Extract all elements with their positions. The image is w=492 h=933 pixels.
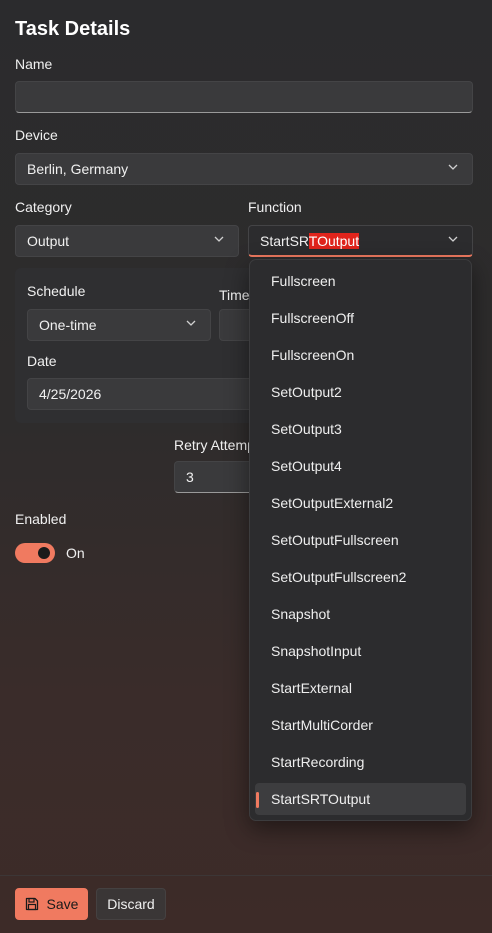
save-icon [25,897,39,911]
dropdown-item[interactable]: SetOutputExternal2 [255,485,466,522]
enabled-state-label: On [66,545,85,561]
dropdown-item[interactable]: SetOutput4 [255,448,466,485]
device-select[interactable]: Berlin, Germany [15,153,473,185]
function-select-value: StartSRTOutput [260,232,360,249]
chevron-down-icon [214,234,224,244]
dropdown-item[interactable]: SnapshotInput [255,633,466,670]
dropdown-item[interactable]: FullscreenOn [255,337,466,374]
device-select-value: Berlin, Germany [27,161,129,177]
category-label: Category [15,199,72,215]
function-dropdown: Fullscreen FullscreenOff FullscreenOn Se… [249,259,472,821]
category-select[interactable]: Output [15,225,239,257]
function-select[interactable]: StartSRTOutput [248,225,473,257]
schedule-label: Schedule [27,283,86,299]
chevron-down-icon [448,234,458,244]
category-select-value: Output [27,233,70,249]
dropdown-item[interactable]: FullscreenOff [255,300,466,337]
retry-input[interactable]: 3 [174,461,254,493]
dropdown-item[interactable]: Snapshot [255,596,466,633]
name-input[interactable] [15,81,473,113]
enabled-label: Enabled [15,511,67,527]
chevron-down-icon [186,318,196,328]
dropdown-item[interactable]: SetOutputFullscreen [255,522,466,559]
function-search-highlight: TOutput [308,232,360,249]
dropdown-item[interactable]: StartExternal [255,670,466,707]
save-label: Save [46,896,79,912]
dropdown-item-selected[interactable]: StartSRTOutput [255,783,466,815]
page-title: Task Details [15,18,131,40]
schedule-select-value: One-time [39,317,97,333]
retry-label: Retry Attemp [174,437,255,453]
dropdown-item-selected-label: StartSRTOutput [271,791,371,807]
dropdown-item[interactable]: SetOutput3 [255,411,466,448]
dropdown-item[interactable]: Fullscreen [255,263,466,300]
dropdown-item[interactable]: SetOutputFullscreen2 [255,559,466,596]
function-label: Function [248,199,302,215]
date-picker[interactable]: 4/25/2026 [27,378,259,410]
retry-input-value: 3 [186,469,194,485]
dropdown-item[interactable]: SetOutput2 [255,374,466,411]
toggle-knob [38,547,50,559]
date-picker-value: 4/25/2026 [39,386,102,402]
schedule-select[interactable]: One-time [27,309,211,341]
footer-divider [0,875,492,876]
enabled-toggle[interactable] [15,543,55,563]
discard-button[interactable]: Discard [96,888,166,920]
date-label: Date [27,353,57,369]
chevron-down-icon [448,162,458,172]
dropdown-item[interactable]: StartMultiCorder [255,707,466,744]
selection-indicator [256,792,259,808]
time-label: Time [219,287,250,303]
device-label: Device [15,127,58,143]
name-label: Name [15,56,53,72]
save-button[interactable]: Save [15,888,88,920]
dropdown-item[interactable]: StartRecording [255,744,466,781]
